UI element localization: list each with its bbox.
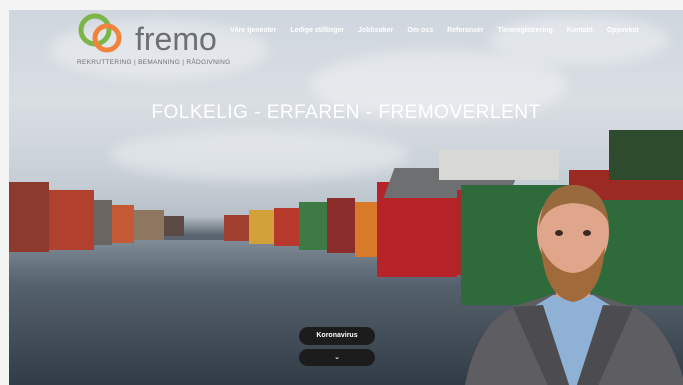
building: [164, 216, 184, 236]
main-nav: Våre tjenester Ledige stillinger Jobbsøk…: [230, 27, 653, 34]
nav-item-kontakt[interactable]: Kontakt: [567, 27, 593, 34]
building: [249, 210, 274, 244]
building: [274, 208, 299, 246]
person-photo: [465, 185, 683, 385]
fremo-logo[interactable]: fremo REKRUTTERING | BEMANNING | RÅDGIVN…: [77, 10, 230, 70]
nav-item-referanser[interactable]: Referanser: [447, 27, 484, 34]
building: [439, 150, 559, 180]
logo-tagline: REKRUTTERING | BEMANNING | RÅDGIVNING: [77, 59, 231, 66]
cloud: [489, 15, 669, 65]
building: [327, 198, 355, 253]
nav-item-jobbsoker[interactable]: Jobbsøker: [358, 27, 393, 34]
nav-item-ledige-stillinger[interactable]: Ledige stillinger: [290, 27, 344, 34]
nav-item-oppvekst[interactable]: Oppvekst: [607, 27, 639, 34]
nav-item-vare-tjenester[interactable]: Våre tjenester: [230, 27, 276, 34]
logo-rings-icon: [78, 13, 122, 53]
building: [299, 202, 327, 250]
cloud: [109, 130, 409, 180]
nav-item-om-oss[interactable]: Om oss: [407, 27, 433, 34]
hero-headline: FOLKELIG - ERFAREN - FREMOVERLENT: [151, 102, 541, 123]
building: [224, 215, 249, 241]
building: [112, 205, 134, 243]
building: [9, 182, 49, 252]
logo-wordmark: fremo: [135, 21, 217, 57]
koronavirus-button[interactable]: Koronavirus: [299, 327, 375, 345]
expand-button[interactable]: ⌄: [299, 349, 375, 366]
building: [134, 210, 164, 240]
building: [49, 190, 94, 250]
building: [355, 202, 377, 257]
nav-item-timeregistrering[interactable]: Timeregistrering: [498, 27, 553, 34]
trees: [609, 130, 683, 180]
building: [94, 200, 112, 245]
